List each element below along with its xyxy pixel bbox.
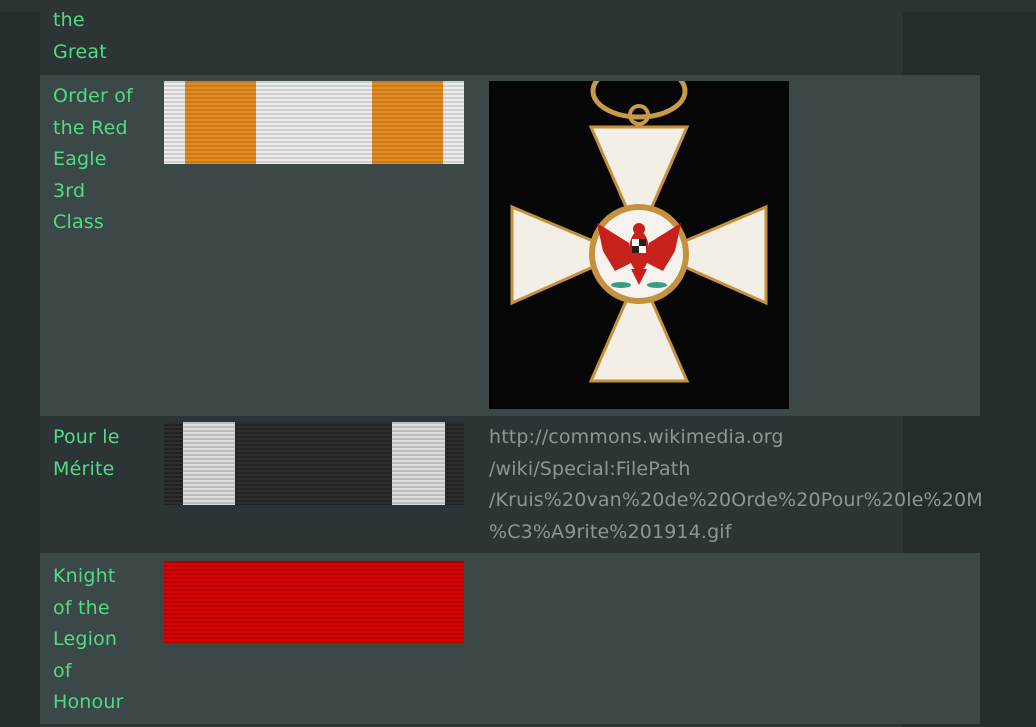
award-name-line: Legion	[53, 628, 118, 651]
award-name-link[interactable]: the Great	[53, 5, 153, 68]
award-name-line: of	[53, 659, 72, 682]
award-name-line: Honour	[53, 691, 124, 714]
award-name-link[interactable]: Pour le Mérite	[53, 422, 153, 485]
url-line: /wiki/Special:FilePath	[489, 457, 691, 480]
award-name-line: Mérite	[53, 457, 115, 480]
order-of-the-red-eagle-cross-icon[interactable]	[489, 62, 789, 409]
table-row: Knight of the Legion of Honour	[40, 553, 980, 724]
award-name-line: Great	[53, 40, 107, 63]
award-name-line: Pour le	[53, 426, 120, 448]
award-name-line: Knight	[53, 565, 116, 587]
award-name-link[interactable]: Order of the Red Eagle 3rd Class	[53, 81, 153, 239]
award-name-line: Eagle	[53, 148, 107, 171]
award-name-line: Class	[53, 211, 104, 234]
table-row: Pour le Mérite http://commons.wikimedia.…	[40, 416, 983, 553]
award-name-link[interactable]: Knight of the Legion of Honour	[53, 561, 153, 719]
ribbon-bar-black-white[interactable]	[164, 422, 464, 505]
url-line: %C3%A9rite%201914.gif	[489, 520, 732, 543]
award-name-line: Order of	[53, 85, 133, 107]
ribbon-bar-orange-white[interactable]	[164, 81, 464, 164]
award-name-line: the Red	[53, 116, 128, 139]
table-row: Order of the Red Eagle 3rd Class	[40, 62, 980, 416]
image-url-text: http://commons.wikimedia.org /wiki/Speci…	[489, 422, 989, 548]
url-line: http://commons.wikimedia.org	[489, 426, 784, 448]
ribbon-bar-red[interactable]	[164, 561, 464, 644]
table-row: the Great	[40, 0, 903, 75]
url-line: /Kruis%20van%20de%20Orde%20Pour%20le%20M	[489, 489, 983, 511]
award-name-line: of the	[53, 596, 110, 619]
award-name-line: the	[53, 9, 85, 31]
award-name-line: 3rd	[53, 179, 86, 202]
